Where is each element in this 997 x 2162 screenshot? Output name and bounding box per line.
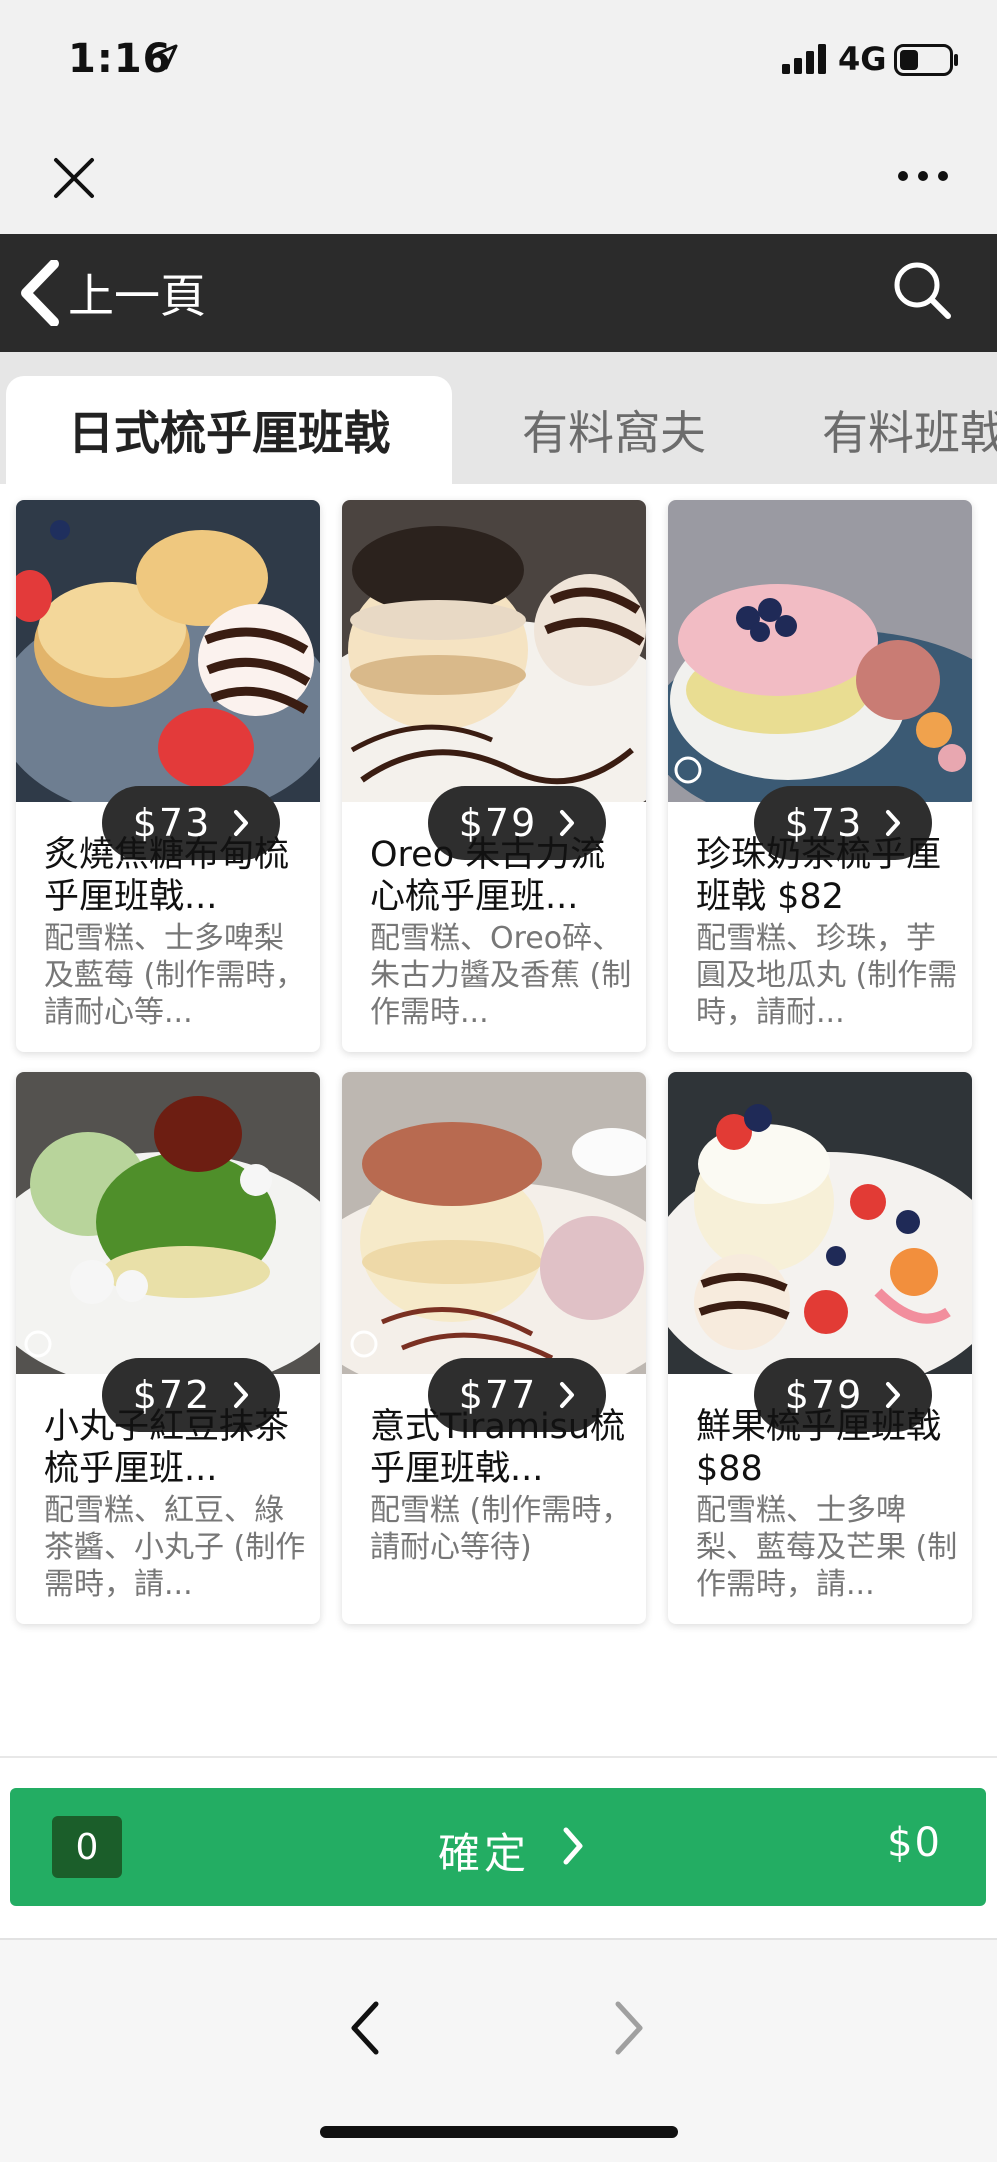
product-card[interactable]: $73 珍珠奶茶梳乎厘班戟 $82 配雪糕、珍珠，芋圓及地瓜丸 (制作需時，請耐…: [668, 500, 972, 1052]
webview-topbar: [0, 120, 997, 234]
confirm-label: 確定: [438, 1829, 531, 1878]
home-indicator: [320, 2126, 678, 2138]
close-icon[interactable]: [52, 156, 96, 200]
chevron-right-icon: [886, 1382, 901, 1408]
product-description: 配雪糕 (制作需時，請耐心等待): [370, 1493, 632, 1565]
product-card[interactable]: $77 意式Tiramisu梳乎厘班戟... 配雪糕 (制作需時，請耐心等待): [342, 1072, 646, 1624]
pancake-bubble-tea-photo: [668, 500, 972, 802]
total-amount: $0: [887, 1820, 942, 1866]
product-description: 配雪糕、Oreo碎、朱古力醬及香蕉 (制作需時...: [370, 921, 632, 1030]
product-title: 意式Tiramisu梳乎厘班戟...: [370, 1407, 626, 1489]
tab-japanese-souffle-pancake[interactable]: 日式梳乎厘班戟: [6, 376, 452, 484]
chevron-left-icon: [21, 260, 59, 326]
product-description: 配雪糕、紅豆、綠茶醬、小丸子 (制作需時，請...: [44, 1493, 306, 1602]
tab-pancakes[interactable]: 有料班戟: [822, 376, 997, 484]
back-label: 上一頁: [68, 269, 206, 323]
signal-bars-icon: [782, 44, 826, 74]
product-card[interactable]: $79 Oreo 朱古力流心梳乎厘班... 配雪糕、Oreo碎、朱古力醬及香蕉 …: [342, 500, 646, 1052]
product-card[interactable]: $79 鮮果梳乎厘班戟 $88 配雪糕、士多啤梨、藍莓及芒果 (制作需時，請..…: [668, 1072, 972, 1624]
page-header: 上一頁: [0, 234, 997, 352]
product-description: 配雪糕、珍珠，芋圓及地瓜丸 (制作需時，請耐...: [696, 921, 958, 1030]
chevron-right-icon: [560, 810, 575, 836]
pancake-fresh-fruit-photo: [668, 1072, 972, 1374]
confirm-button[interactable]: 0 確定 $0: [10, 1788, 986, 1906]
product-title: 鮮果梳乎厘班戟 $88: [696, 1407, 942, 1489]
chevron-right-icon: [234, 810, 249, 836]
product-description: 配雪糕、士多啤梨及藍莓 (制作需時，請耐心等...: [44, 921, 306, 1030]
category-tabs: 日式梳乎厘班戟 有料窩夫 有料班戟: [0, 352, 997, 484]
nav-back-icon[interactable]: [348, 2000, 382, 2056]
product-title: 珍珠奶茶梳乎厘班戟 $82: [696, 835, 942, 917]
chevron-right-icon: [886, 810, 901, 836]
nav-forward-icon[interactable]: [612, 2000, 646, 2056]
pancake-tiramisu-photo: [342, 1072, 646, 1374]
product-title: Oreo 朱古力流心梳乎厘班...: [370, 835, 606, 917]
pancake-matcha-photo: [16, 1072, 320, 1374]
more-dots-icon[interactable]: [896, 166, 950, 186]
product-card[interactable]: $72 小丸子紅豆抹茶梳乎厘班... 配雪糕、紅豆、綠茶醬、小丸子 (制作需時，…: [16, 1072, 320, 1624]
product-card[interactable]: $73 炙燒焦糖布甸梳乎厘班戟... 配雪糕、士多啤梨及藍莓 (制作需時，請耐心…: [16, 500, 320, 1052]
back-button[interactable]: 上一頁: [18, 256, 206, 330]
chevron-right-icon: [560, 1382, 575, 1408]
product-title: 炙燒焦糖布甸梳乎厘班戟...: [44, 835, 290, 917]
product-description: 配雪糕、士多啤梨、藍莓及芒果 (制作需時，請...: [696, 1493, 958, 1602]
battery-icon: [894, 44, 958, 76]
product-title: 小丸子紅豆抹茶梳乎厘班...: [44, 1407, 290, 1489]
tab-waffles[interactable]: 有料窩夫: [494, 376, 734, 484]
chevron-right-icon: [563, 1827, 583, 1865]
product-grid: $73 炙燒焦糖布甸梳乎厘班戟... 配雪糕、士多啤梨及藍莓 (制作需時，請耐心…: [0, 484, 997, 1634]
confirm-bar: 0 確定 $0: [0, 1756, 997, 1940]
search-icon[interactable]: [890, 258, 954, 322]
browser-nav-bar: [0, 1938, 997, 2162]
status-bar: 1:16 4G: [0, 0, 997, 120]
pancake-oreo-photo: [342, 500, 646, 802]
pancake-brulee-photo: [16, 500, 320, 802]
network-type: 4G: [838, 40, 887, 78]
location-arrow-icon: [152, 44, 178, 70]
chevron-right-icon: [234, 1382, 249, 1408]
cart-count-badge: 0: [52, 1816, 122, 1878]
